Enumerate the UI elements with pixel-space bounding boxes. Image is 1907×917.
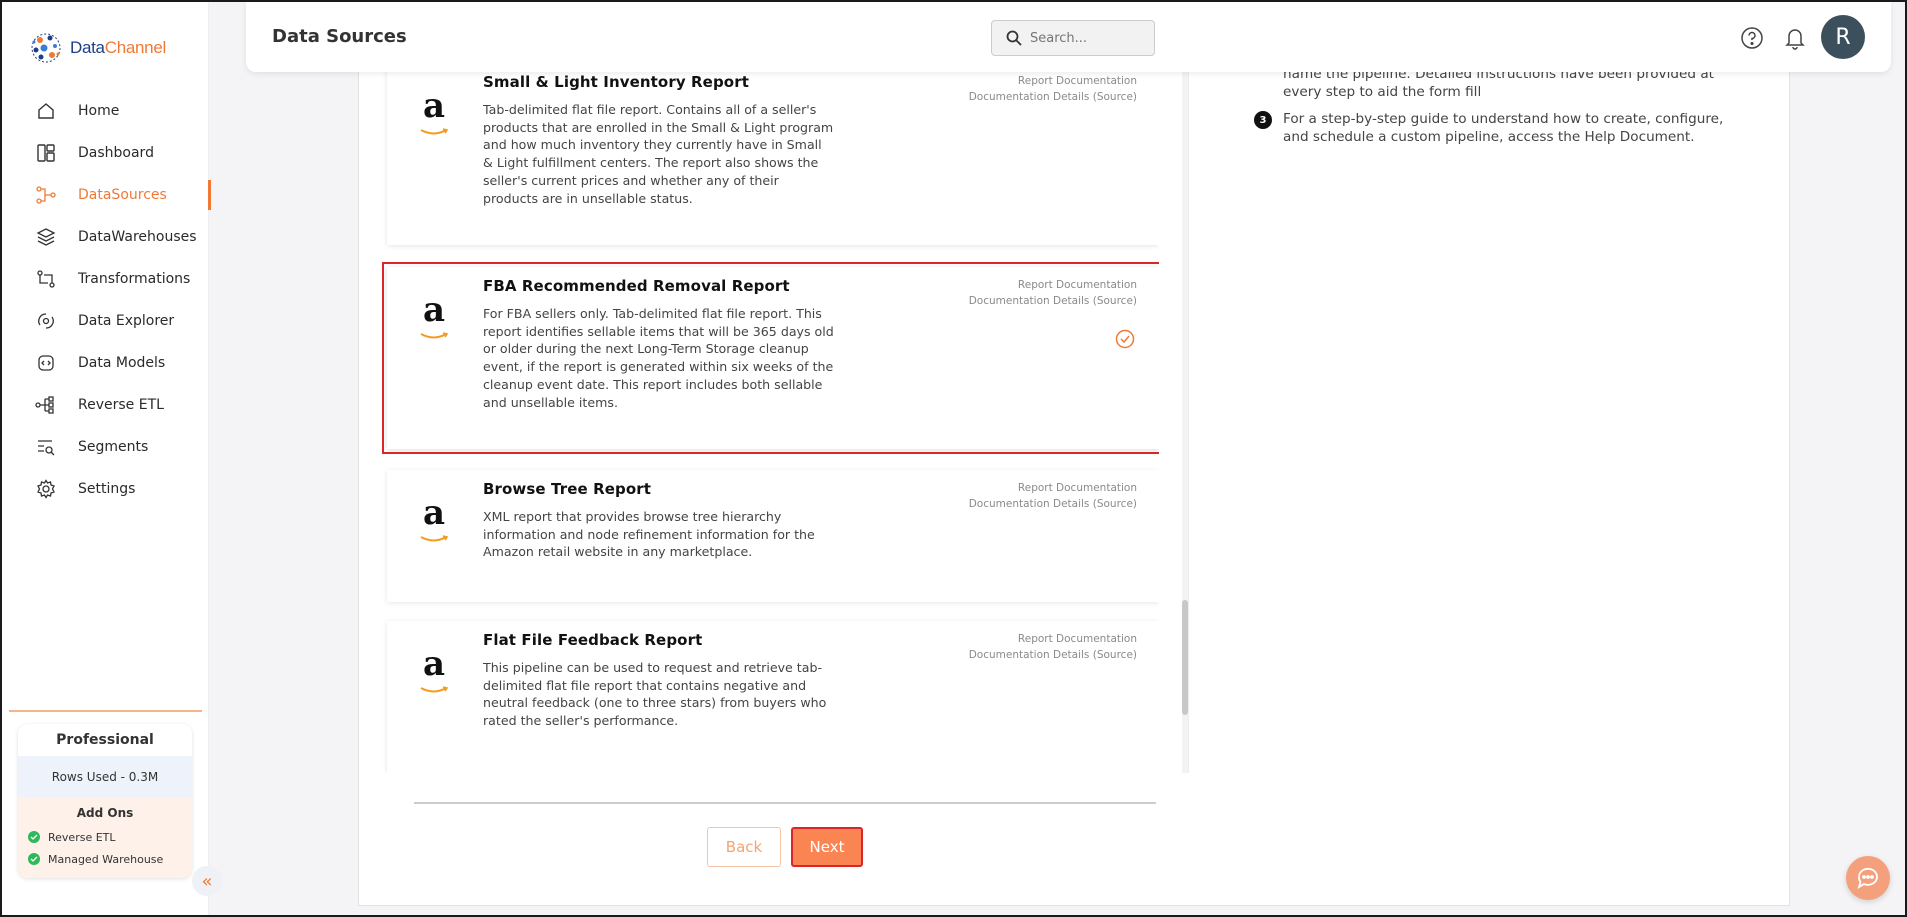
help-icon[interactable] (1740, 26, 1764, 50)
sidebar-item-segments[interactable]: Segments (2, 426, 209, 468)
dashboard-icon (34, 141, 58, 165)
amazon-logo-icon: a (413, 89, 455, 135)
chat-support-button[interactable] (1846, 856, 1890, 900)
gear-icon (34, 477, 58, 501)
documentation-details-link[interactable]: Documentation Details (Source) (969, 293, 1137, 309)
documentation-details-link[interactable]: Documentation Details (Source) (969, 647, 1137, 663)
sidebar-item-settings[interactable]: Settings (2, 468, 209, 510)
report-title: FBA Recommended Removal Report (483, 277, 790, 295)
check-icon (28, 831, 40, 843)
plan-addons: Add Ons Reverse ETL Managed Warehouse (18, 798, 192, 878)
report-card-fba-recommended-removal[interactable]: a FBA Recommended Removal Report For FBA… (382, 262, 1159, 454)
report-card-small-light-inventory[interactable]: a Small & Light Inventory Report Tab-del… (387, 63, 1159, 245)
addon-item: Reverse ETL (18, 826, 192, 848)
plan-card: Professional Rows Used - 0.3M Add Ons Re… (18, 724, 192, 878)
reverse-etl-icon (34, 393, 58, 417)
sidebar-item-label: Data Explorer (78, 313, 175, 329)
sidebar: DataChannel Home Dashboard DataSources D… (2, 2, 222, 915)
sidebar-item-data-explorer[interactable]: Data Explorer (2, 300, 209, 342)
addon-item: Managed Warehouse (18, 848, 192, 870)
app-logo[interactable]: DataChannel (28, 30, 166, 66)
models-icon (34, 351, 58, 375)
sidebar-item-label: DataSources (78, 187, 167, 203)
sidebar-item-reverse-etl[interactable]: Reverse ETL (2, 384, 209, 426)
search-input[interactable] (1030, 30, 1140, 46)
selected-check-icon (1115, 329, 1135, 349)
amazon-logo-icon: a (413, 647, 455, 693)
report-card-flat-file-feedback[interactable]: a Flat File Feedback Report This pipelin… (387, 621, 1159, 773)
sidebar-item-transformations[interactable]: Transformations (2, 258, 209, 300)
back-button[interactable]: Back (707, 827, 781, 867)
footer-divider (414, 802, 1156, 804)
report-list: a Small & Light Inventory Report Tab-del… (379, 60, 1159, 773)
report-description: XML report that provides browse tree hie… (483, 509, 815, 560)
step-3-number: 3 (1254, 111, 1272, 129)
datasources-icon (34, 183, 58, 207)
step-2-line: every step to aid the form fill (1283, 84, 1482, 100)
report-links: Report Documentation Documentation Detai… (969, 631, 1137, 663)
report-title: Browse Tree Report (483, 480, 652, 498)
avatar-initial: R (1835, 24, 1851, 50)
top-header: Data Sources R (246, 2, 1891, 72)
addons-title: Add Ons (76, 806, 134, 820)
double-chevron-left-icon: « (201, 870, 213, 892)
datachannel-logo-icon (31, 33, 61, 63)
check-icon (28, 853, 40, 865)
report-card-browse-tree[interactable]: a Browse Tree Report XML report that pro… (387, 470, 1159, 602)
next-button[interactable]: Next (791, 827, 863, 867)
collapse-sidebar-button[interactable]: « (192, 866, 222, 896)
sidebar-item-label: Dashboard (78, 145, 154, 161)
sidebar-item-label: Home (78, 103, 120, 119)
search-icon (1006, 30, 1022, 46)
segments-icon (34, 435, 58, 459)
sidebar-item-datasources[interactable]: DataSources (2, 174, 211, 216)
sidebar-nav: Home Dashboard DataSources DataWarehouse… (2, 90, 211, 510)
addon-label: Reverse ETL (48, 830, 116, 844)
layers-icon (34, 225, 58, 249)
sidebar-item-label: Transformations (78, 271, 191, 287)
documentation-details-link[interactable]: Documentation Details (Source) (969, 496, 1137, 512)
sidebar-item-datawarehouses[interactable]: DataWarehouses (2, 216, 209, 258)
report-documentation-link[interactable]: Report Documentation (969, 631, 1137, 647)
plan-divider (9, 710, 202, 712)
home-icon (34, 99, 58, 123)
amazon-logo-icon: a (413, 293, 455, 339)
sidebar-item-label: Segments (78, 439, 149, 455)
report-links: Report Documentation Documentation Detai… (969, 277, 1137, 309)
page-title: Data Sources (272, 26, 407, 47)
main-panel: a Small & Light Inventory Report Tab-del… (358, 60, 1790, 906)
report-title: Small & Light Inventory Report (483, 73, 749, 91)
sidebar-item-data-models[interactable]: Data Models (2, 342, 209, 384)
instructions-panel: name the pipeline. Detailed instructions… (1188, 60, 1778, 773)
report-documentation-link[interactable]: Report Documentation (969, 277, 1137, 293)
report-title: Flat File Feedback Report (483, 631, 703, 649)
transform-icon (34, 267, 58, 291)
report-description: This pipeline can be used to request and… (483, 660, 827, 729)
report-description: Tab-delimited flat file report. Contains… (483, 102, 834, 206)
bell-icon[interactable] (1784, 26, 1806, 50)
amazon-logo-icon: a (413, 496, 455, 542)
chat-icon (1857, 867, 1878, 889)
sidebar-item-label: Data Models (78, 355, 166, 371)
plan-name: Professional (56, 732, 154, 748)
sidebar-item-label: Settings (78, 481, 136, 497)
brand-name: DataChannel (70, 38, 166, 57)
report-description: For FBA sellers only. Tab-delimited flat… (483, 306, 834, 410)
step-3-text: For a step-by-step guide to understand h… (1283, 111, 1724, 145)
documentation-details-link[interactable]: Documentation Details (Source) (969, 89, 1137, 105)
report-links: Report Documentation Documentation Detai… (969, 73, 1137, 105)
explorer-icon (34, 309, 58, 333)
sidebar-item-label: DataWarehouses (78, 229, 197, 245)
rows-used: Rows Used - 0.3M (18, 756, 192, 798)
addon-label: Managed Warehouse (48, 852, 164, 866)
search-box[interactable] (991, 20, 1155, 56)
report-links: Report Documentation Documentation Detai… (969, 480, 1137, 512)
avatar[interactable]: R (1821, 15, 1865, 59)
sidebar-item-label: Reverse ETL (78, 397, 164, 413)
report-documentation-link[interactable]: Report Documentation (969, 480, 1137, 496)
report-documentation-link[interactable]: Report Documentation (969, 73, 1137, 89)
sidebar-item-dashboard[interactable]: Dashboard (2, 132, 209, 174)
sidebar-item-home[interactable]: Home (2, 90, 209, 132)
